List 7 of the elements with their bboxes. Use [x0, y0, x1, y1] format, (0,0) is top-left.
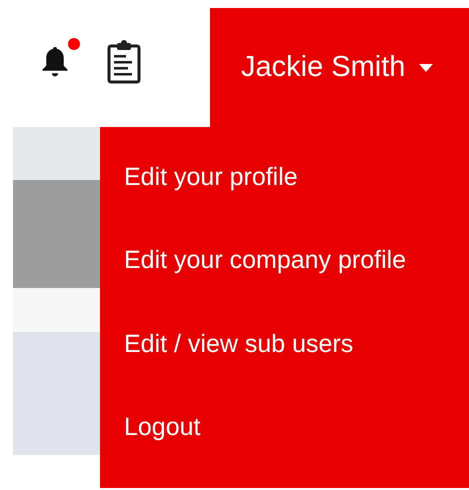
- menu-item[interactable]: Edit your company profile: [100, 238, 406, 322]
- caret-icon: [419, 64, 434, 72]
- clipboard-icon[interactable]: [106, 40, 142, 84]
- menu-item[interactable]: Edit / view sub users: [100, 322, 354, 405]
- menu-item[interactable]: Edit your profile: [100, 155, 298, 238]
- user-menu-button[interactable]: Jackie Smith: [210, 8, 469, 127]
- menu-item[interactable]: Logout: [100, 404, 200, 488]
